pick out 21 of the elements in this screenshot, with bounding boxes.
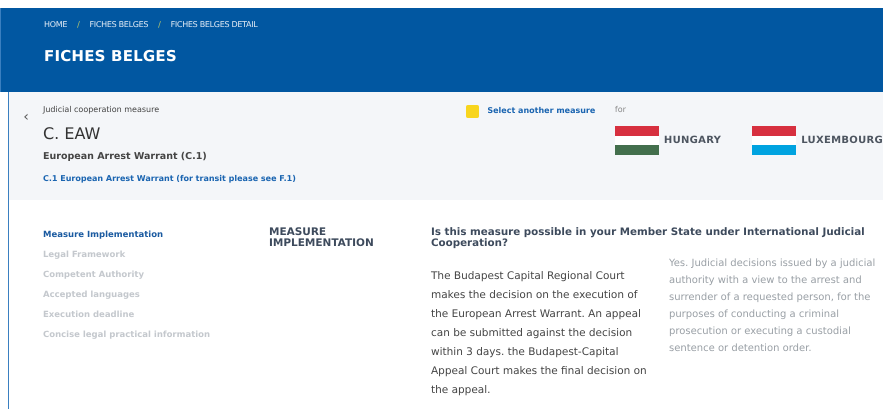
measure-label: Judicial cooperation measure <box>43 104 160 116</box>
page-title: FICHES BELGES <box>44 46 178 67</box>
breadcrumb-link[interactable]: HOME <box>44 19 68 31</box>
country-name: LUXEMBOURG <box>801 134 883 148</box>
question-text: Is this measure possible in your Member State under International Judicial Cooperation? <box>431 225 866 249</box>
breadcrumb-separator: / <box>158 19 161 31</box>
breadcrumb-link[interactable]: FICHES BELGES <box>89 19 148 31</box>
back-button[interactable]: ‹ <box>9 111 43 123</box>
section-heading: MEASURE IMPLEMENTATION <box>269 225 375 252</box>
measure-code: C. EAW <box>43 123 102 145</box>
for-label: for <box>614 104 627 116</box>
answer-text: Yes. Judicial decisions issued by a judicial authority with a view to the arrest and surrender of a requested person, for the purposes of conducting a criminal prosecution or executing a custodial sentence or detention order. <box>669 256 876 356</box>
side-nav-link[interactable]: Measure Implementation <box>43 229 269 249</box>
select-measure-link[interactable]: Select another measure <box>466 104 615 118</box>
breadcrumb-separator: / <box>77 19 80 31</box>
select-icon <box>466 104 480 118</box>
breadcrumb-link[interactable]: FICHES BELGES DETAIL <box>170 19 258 31</box>
answer-text: The Budapest Capital Regional Court makes the decision on the execution of the European Arrest Warrant. An appeal can be submitted against the decision within 3 days. the Budapest-Capital Appeal Court makes the final decision on the appeal. <box>431 268 648 398</box>
measure-name: European Arrest Warrant (C.1) <box>43 150 208 164</box>
measure-link[interactable]: C.1 European Arrest Warrant (for transit please see F.1) <box>43 173 296 186</box>
country-name: HUNGARY <box>664 134 722 148</box>
